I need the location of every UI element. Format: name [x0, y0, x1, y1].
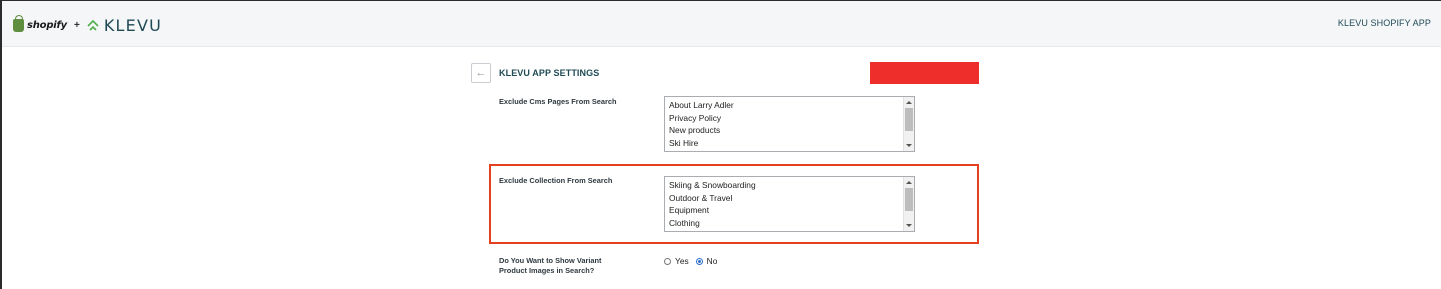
redaction-block: [870, 62, 979, 84]
scroll-down-icon[interactable]: [906, 144, 912, 147]
back-arrow-icon: ←: [475, 67, 487, 79]
list-item[interactable]: Ski Hire: [669, 137, 914, 150]
klevu-shopify-app-link[interactable]: KLEVU SHOPIFY APP: [1338, 18, 1431, 28]
variant-images-label-line1: Do You Want to Show Variant: [499, 256, 602, 265]
page-title: KLEVU APP SETTINGS: [499, 68, 600, 78]
scroll-thumb[interactable]: [905, 108, 913, 131]
exclude-cms-label: Exclude Cms Pages From Search: [499, 97, 617, 106]
variant-images-label: Do You Want to Show Variant Product Imag…: [499, 256, 602, 276]
radio-yes-label[interactable]: Yes: [675, 256, 689, 266]
list-item[interactable]: Clothing: [669, 217, 914, 230]
klevu-wordmark: KLEVU: [103, 15, 163, 35]
exclude-collection-listbox[interactable]: Skiing & Snowboarding Outdoor & Travel E…: [664, 176, 915, 232]
list-item[interactable]: Privacy Policy: [669, 112, 914, 125]
top-bar: shopify + KLEVU KLEVU SHOPIFY APP: [2, 1, 1441, 47]
brand-logo: shopify + KLEVU: [13, 14, 163, 35]
list-item[interactable]: New products: [669, 124, 914, 137]
scroll-up-icon[interactable]: [906, 181, 912, 184]
plus-sign: +: [74, 19, 80, 31]
shopify-wordmark: shopify: [27, 19, 67, 31]
list-item[interactable]: Skiing & Snowboarding: [669, 179, 914, 192]
exclude-cms-listbox[interactable]: About Larry Adler Privacy Policy New pro…: [664, 96, 915, 152]
variant-images-radio-group: Yes No: [664, 256, 724, 266]
radio-no-label[interactable]: No: [707, 256, 718, 266]
list-item[interactable]: About Larry Adler: [669, 99, 914, 112]
list-item[interactable]: Outdoor & Travel: [669, 192, 914, 205]
list-item[interactable]: Equipment: [669, 204, 914, 217]
listbox-scrollbar[interactable]: [903, 177, 914, 231]
variant-images-label-line2: Product Images in Search?: [499, 266, 595, 275]
shopify-bag-icon: [13, 14, 24, 32]
exclude-collection-label: Exclude Collection From Search: [499, 176, 613, 185]
scroll-up-icon[interactable]: [906, 101, 912, 104]
back-button[interactable]: ←: [471, 63, 491, 83]
listbox-scrollbar[interactable]: [903, 97, 914, 151]
klevu-chevron-icon: [87, 19, 99, 31]
scroll-thumb[interactable]: [905, 188, 913, 211]
radio-yes[interactable]: [664, 257, 671, 265]
scroll-down-icon[interactable]: [906, 224, 912, 227]
radio-no[interactable]: [695, 257, 703, 265]
